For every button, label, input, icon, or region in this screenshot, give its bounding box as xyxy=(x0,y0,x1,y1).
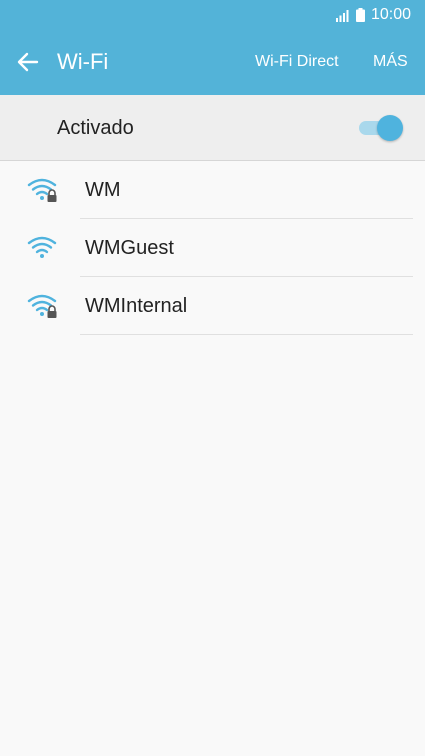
network-item-wm[interactable]: WM xyxy=(0,161,425,219)
switch-thumb xyxy=(377,115,403,141)
network-name: WMInternal xyxy=(85,295,188,317)
network-name: WMGuest xyxy=(85,237,174,259)
divider xyxy=(80,334,413,335)
network-name: WM xyxy=(85,179,121,201)
network-item-wmguest[interactable]: WMGuest xyxy=(0,219,425,277)
status-time: 10:00 xyxy=(370,6,411,23)
network-item-wminternal[interactable]: WMInternal xyxy=(0,277,425,335)
wifi-locked-icon xyxy=(27,294,57,318)
wifi-locked-icon xyxy=(27,178,57,202)
status-bar: 10:00 xyxy=(0,0,425,30)
wifi-toggle-row[interactable]: Activado xyxy=(0,95,425,161)
wifi-icon xyxy=(27,236,57,258)
page-title: Wi-Fi xyxy=(57,49,109,74)
battery-icon xyxy=(355,8,365,22)
more-button[interactable]: MÁS xyxy=(373,52,408,72)
arrow-left-icon[interactable] xyxy=(14,48,42,76)
app-bar: Wi-Fi Wi-Fi Direct MÁS xyxy=(0,30,425,95)
signal-icon xyxy=(335,10,349,22)
status-icons: 10:00 xyxy=(335,5,411,25)
wifi-direct-button[interactable]: Wi-Fi Direct xyxy=(255,52,339,72)
wifi-switch[interactable] xyxy=(357,114,405,142)
toggle-label: Activado xyxy=(57,117,134,139)
